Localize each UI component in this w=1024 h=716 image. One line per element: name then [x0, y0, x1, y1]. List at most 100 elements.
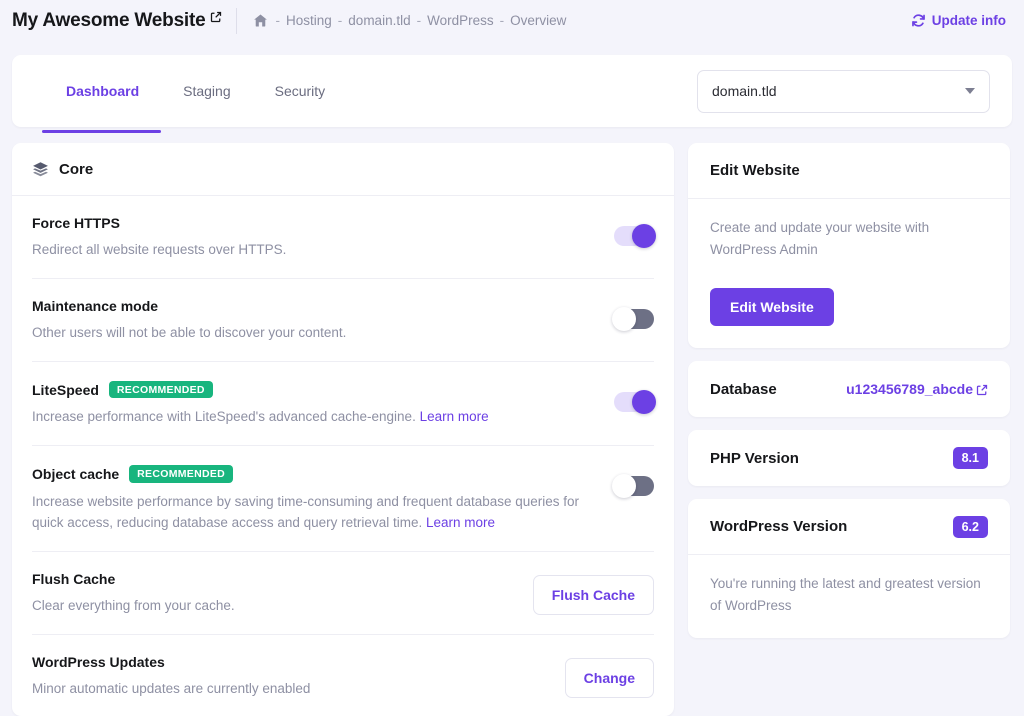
row-flush-cache-title: Flush Cache [32, 571, 517, 587]
row-flush-cache-desc: Clear everything from your cache. [32, 597, 235, 613]
database-value-group[interactable]: u123456789_abcde [846, 381, 988, 397]
row-wordpress-updates: WordPress Updates Minor automatic update… [32, 635, 654, 716]
core-card-title: Core [59, 160, 94, 178]
database-title: Database [710, 380, 777, 398]
breadcrumb-separator-2: - [416, 13, 422, 28]
row-maintenance-mode-label: Maintenance mode [32, 297, 159, 314]
row-wordpress-updates-title: WordPress Updates [32, 654, 549, 670]
database-card: Database u123456789_abcde [688, 361, 1010, 418]
flush-cache-button[interactable]: Flush Cache [532, 574, 654, 615]
tab-security[interactable]: Security [253, 55, 348, 127]
tab-dashboard-label: Dashboard [66, 83, 140, 99]
breadcrumb-separator-0: - [275, 13, 281, 28]
wordpress-version-row: WordPress Version 6.2 [688, 499, 1010, 556]
core-rows: Force HTTPS Redirect all website request… [12, 196, 674, 716]
php-version-title: PHP Version [710, 449, 799, 467]
breadcrumb-item-hosting[interactable]: Hosting [286, 13, 332, 28]
tab-dashboard[interactable]: Dashboard [42, 55, 162, 133]
row-wordpress-updates-text: WordPress Updates Minor automatic update… [32, 654, 565, 700]
tab-list: Dashboard Staging Security [42, 55, 348, 133]
wordpress-version-value-group: 6.2 [952, 515, 988, 538]
edit-website-button[interactable]: Edit Website [710, 288, 834, 327]
toggle-maintenance-mode[interactable] [612, 306, 654, 331]
row-object-cache: Object cache RECOMMENDED Increase websit… [32, 446, 654, 552]
row-object-cache-control [612, 465, 654, 503]
breadcrumb: - Hosting - domain.tld - WordPress - Ove… [253, 13, 566, 28]
toggle-knob [632, 389, 656, 414]
domain-select[interactable]: domain.tld [697, 69, 990, 113]
toggle-force-https[interactable] [614, 224, 656, 248]
toggle-knob [612, 306, 636, 331]
tab-bar-card: Dashboard Staging Security domain.tld [12, 55, 1012, 133]
toggle-knob [612, 474, 636, 499]
wordpress-version-description: You're running the latest and greatest v… [710, 576, 981, 613]
tab-staging-label: Staging [183, 83, 231, 99]
breadcrumb-item-domain[interactable]: domain.tld [348, 13, 410, 28]
update-info-button[interactable]: Update info [911, 13, 1006, 28]
row-force-https-label: Force HTTPS [32, 215, 120, 231]
database-row: Database u123456789_abcde [688, 361, 1010, 417]
row-litespeed-text: LiteSpeed RECOMMENDED Increase performan… [32, 380, 614, 428]
toggle-litespeed[interactable] [614, 389, 656, 414]
layers-icon [32, 161, 49, 178]
row-object-cache-label: Object cache [32, 466, 120, 483]
change-updates-button[interactable]: Change [564, 657, 654, 698]
row-flush-cache-label: Flush Cache [32, 570, 116, 587]
domain-select-value: domain.tld [712, 83, 777, 99]
row-litespeed-desc: Increase performance with LiteSpeed's ad… [32, 407, 598, 428]
row-litespeed-label: LiteSpeed [32, 381, 99, 398]
core-card-header: Core [12, 143, 674, 196]
row-maintenance-mode-text: Maintenance mode Other users will not be… [32, 298, 614, 344]
row-force-https: Force HTTPS Redirect all website request… [32, 196, 656, 279]
database-name-link[interactable]: u123456789_abcde [846, 381, 973, 397]
row-wordpress-updates-control: Change [564, 654, 654, 698]
breadcrumb-item-wordpress[interactable]: WordPress [427, 13, 494, 28]
wordpress-version-title: WordPress Version [710, 518, 848, 536]
litespeed-learn-more-link[interactable]: Learn more [420, 409, 489, 424]
edit-website-description: Create and update your website with Word… [710, 220, 930, 257]
wordpress-version-badge: 6.2 [952, 515, 988, 538]
row-flush-cache: Flush Cache Clear everything from your c… [32, 552, 654, 635]
row-force-https-title: Force HTTPS [32, 215, 598, 231]
edit-website-title: Edit Website [688, 143, 1010, 199]
row-wordpress-updates-desc: Minor automatic updates are currently en… [32, 680, 311, 696]
row-litespeed: LiteSpeed RECOMMENDED Increase performan… [32, 362, 656, 447]
toggle-object-cache[interactable] [612, 474, 654, 499]
core-card: Core Force HTTPS Redirect all website re… [12, 143, 674, 716]
row-maintenance-mode-desc: Other users will not be able to discover… [32, 324, 347, 340]
php-version-badge: 8.1 [952, 447, 988, 470]
main-layout: Core Force HTTPS Redirect all website re… [12, 143, 1012, 716]
php-version-row: PHP Version 8.1 [688, 430, 1010, 486]
update-info-label: Update info [931, 13, 1006, 28]
breadcrumb-item-overview[interactable]: Overview [510, 13, 566, 28]
row-litespeed-control [614, 381, 656, 419]
toggle-knob [632, 224, 656, 248]
wordpress-version-card: WordPress Version 6.2 You're running the… [688, 499, 1010, 639]
row-maintenance-mode: Maintenance mode Other users will not be… [32, 279, 654, 362]
badge-recommended: RECOMMENDED [108, 380, 213, 399]
site-title[interactable]: My Awesome Website [12, 10, 222, 32]
toolbar-divider [235, 7, 237, 34]
object-cache-learn-more-link[interactable]: Learn more [426, 515, 495, 530]
external-link-icon[interactable] [210, 11, 222, 23]
row-force-https-control [614, 215, 656, 253]
breadcrumb-separator-1: - [337, 13, 343, 28]
row-maintenance-mode-control [612, 298, 654, 336]
tab-staging[interactable]: Staging [161, 55, 252, 127]
top-bar: My Awesome Website - Hosting - domain.tl… [0, 0, 1024, 41]
row-object-cache-text: Object cache RECOMMENDED Increase websit… [32, 465, 614, 533]
wordpress-version-body: You're running the latest and greatest v… [688, 555, 1010, 638]
row-force-https-desc: Redirect all website requests over HTTPS… [32, 242, 287, 257]
php-version-card: PHP Version 8.1 [688, 430, 1010, 487]
row-litespeed-desc-text: Increase performance with LiteSpeed's ad… [32, 409, 420, 425]
row-flush-cache-text: Flush Cache Clear everything from your c… [32, 571, 533, 617]
row-maintenance-mode-title: Maintenance mode [32, 298, 598, 314]
row-object-cache-desc-text: Increase website performance by saving t… [32, 493, 580, 530]
external-link-icon[interactable] [976, 384, 988, 396]
home-icon[interactable] [253, 13, 268, 28]
row-object-cache-title: Object cache RECOMMENDED [32, 465, 598, 483]
row-flush-cache-control: Flush Cache [532, 571, 654, 615]
breadcrumb-separator-3: - [499, 13, 505, 28]
row-litespeed-title: LiteSpeed RECOMMENDED [32, 380, 598, 399]
php-version-value-group: 8.1 [952, 447, 988, 470]
